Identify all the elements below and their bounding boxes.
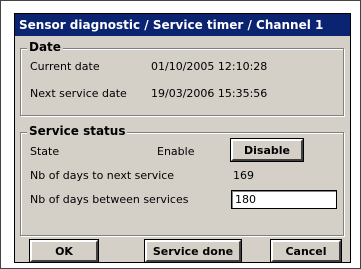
next-service-date-label: Next service date	[30, 87, 127, 100]
disable-button[interactable]: Disable	[230, 138, 304, 162]
date-group: Date Current date 01/10/2005 12:10:28 Ne…	[20, 40, 344, 116]
state-value: Enable	[157, 145, 195, 158]
state-label: State	[30, 145, 60, 158]
ok-button[interactable]: OK	[29, 239, 99, 263]
days-between-services-label: Nb of days between services	[30, 193, 189, 206]
cancel-button[interactable]: Cancel	[270, 239, 342, 263]
current-date-value: 01/10/2005 12:10:28	[151, 60, 268, 73]
days-to-next-service-label: Nb of days to next service	[30, 169, 175, 182]
days-between-services-input[interactable]: 180	[231, 190, 337, 209]
window-title: Sensor diagnostic / Service timer / Chan…	[15, 14, 350, 36]
service-status-legend: Service status	[27, 124, 128, 138]
date-group-legend: Date	[27, 40, 63, 54]
service-done-button[interactable]: Service done	[144, 239, 242, 263]
service-status-group: Service status State Enable Disable Nb o…	[20, 124, 344, 236]
days-to-next-service-value: 169	[233, 169, 254, 182]
service-timer-dialog: Sensor diagnostic / Service timer / Chan…	[14, 13, 351, 263]
screen-frame: Sensor diagnostic / Service timer / Chan…	[0, 0, 361, 269]
next-service-date-value: 19/03/2006 15:35:56	[151, 87, 268, 100]
current-date-label: Current date	[30, 60, 100, 73]
